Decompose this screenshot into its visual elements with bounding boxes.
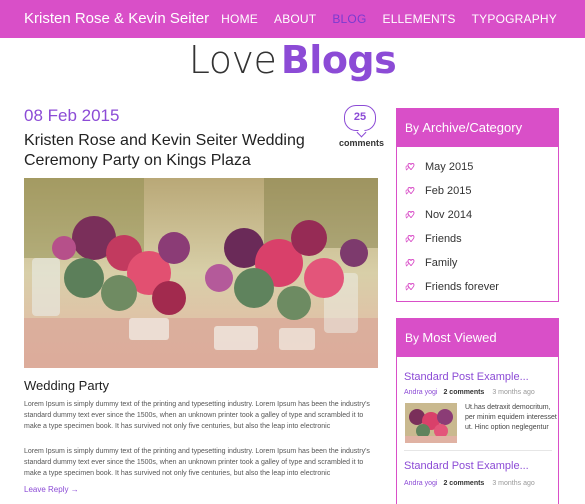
flower-thumbnail-image — [405, 403, 457, 443]
archive-head-by: By — [405, 121, 420, 135]
archive-widget: By Archive/Category May 2015 Feb 2015 No… — [396, 108, 559, 302]
archive-item[interactable]: Feb 2015 — [405, 179, 558, 203]
comment-count-badge[interactable]: 25 — [344, 105, 376, 131]
hearts-icon — [405, 235, 415, 243]
post-date: 08 Feb 2015 — [24, 106, 120, 125]
archive-widget-header: By Archive/Category — [397, 109, 558, 147]
archive-item-label: May 2015 — [425, 161, 474, 173]
page-title-light: Love — [188, 38, 277, 82]
comments-label[interactable]: comments — [339, 138, 384, 148]
page-title-bold: Blogs — [280, 38, 397, 82]
hearts-icon — [405, 187, 415, 195]
archive-list: May 2015 Feb 2015 Nov 2014 Friends Famil… — [397, 147, 558, 299]
archive-item-label: Feb 2015 — [425, 185, 472, 197]
post-author[interactable]: Andra yogi — [404, 480, 437, 487]
divider — [404, 450, 552, 451]
post-comments[interactable]: 2 comments — [443, 389, 484, 396]
most-viewed-post-title[interactable]: Standard Post Example... — [404, 371, 529, 383]
most-viewed-post-title[interactable]: Standard Post Example... — [404, 460, 529, 472]
archive-item[interactable]: Family — [405, 251, 558, 275]
leave-reply-link[interactable]: Leave Reply → — [24, 485, 79, 494]
post-time: 3 months ago — [492, 389, 535, 396]
nav-ellements[interactable]: ELLEMENTS — [382, 12, 455, 26]
most-viewed-head-title: Most Viewed — [422, 330, 497, 345]
nav-typography[interactable]: TYPOGRAPHY — [472, 12, 557, 26]
archive-item[interactable]: Friends — [405, 227, 558, 251]
archive-item[interactable]: Friends forever — [405, 275, 558, 299]
nav-home[interactable]: HOME — [221, 12, 258, 26]
most-viewed-post-meta: Andra yogi 2 comments 3 months ago — [404, 389, 535, 396]
nav-about[interactable]: ABOUT — [274, 12, 316, 26]
hearts-icon — [405, 259, 415, 267]
most-viewed-excerpt: Ut.has detraxit democritum, per minim eq… — [465, 404, 557, 431]
archive-item-label: Nov 2014 — [425, 209, 473, 221]
archive-item-label: Family — [425, 257, 458, 269]
most-viewed-post-meta: Andra yogi 2 comments 3 months ago — [404, 480, 535, 487]
post-image — [24, 178, 378, 368]
archive-item-label: Friends — [425, 233, 462, 245]
flower-arrangement-image — [24, 178, 378, 368]
most-viewed-head-by: By — [405, 331, 420, 345]
post-subtitle: Wedding Party — [24, 378, 110, 393]
most-viewed-header: By Most Viewed — [397, 319, 558, 357]
archive-head-title: Archive/Category — [422, 120, 523, 135]
most-viewed-widget: By Most Viewed Standard Post Example... … — [396, 318, 559, 504]
archive-item[interactable]: May 2015 — [405, 155, 558, 179]
post-paragraph-2: Lorem Ipsum is simply dummy text of the … — [24, 448, 370, 477]
hearts-icon — [405, 211, 415, 219]
post-time: 3 months ago — [492, 480, 535, 487]
hearts-icon — [405, 283, 415, 291]
post-author[interactable]: Andra yogi — [404, 389, 437, 396]
main-nav: HOME ABOUT BLOG ELLEMENTS TYPOGRAPHY — [221, 12, 557, 26]
archive-item-label: Friends forever — [425, 281, 499, 293]
post-title[interactable]: Kristen Rose and Kevin Seiter Wedding Ce… — [24, 131, 324, 171]
archive-item[interactable]: Nov 2014 — [405, 203, 558, 227]
most-viewed-thumbnail[interactable] — [405, 403, 457, 443]
nav-blog[interactable]: BLOG — [332, 12, 366, 26]
post-paragraph-1: Lorem Ipsum is simply dummy text of the … — [24, 401, 370, 430]
hearts-icon — [405, 163, 415, 171]
post-comments[interactable]: 2 comments — [443, 480, 484, 487]
top-navbar: Kristen Rose & Kevin Seiter HOME ABOUT B… — [0, 0, 585, 38]
page-title: Love Blogs — [0, 38, 585, 88]
site-brand[interactable]: Kristen Rose & Kevin Seiter — [24, 10, 209, 27]
